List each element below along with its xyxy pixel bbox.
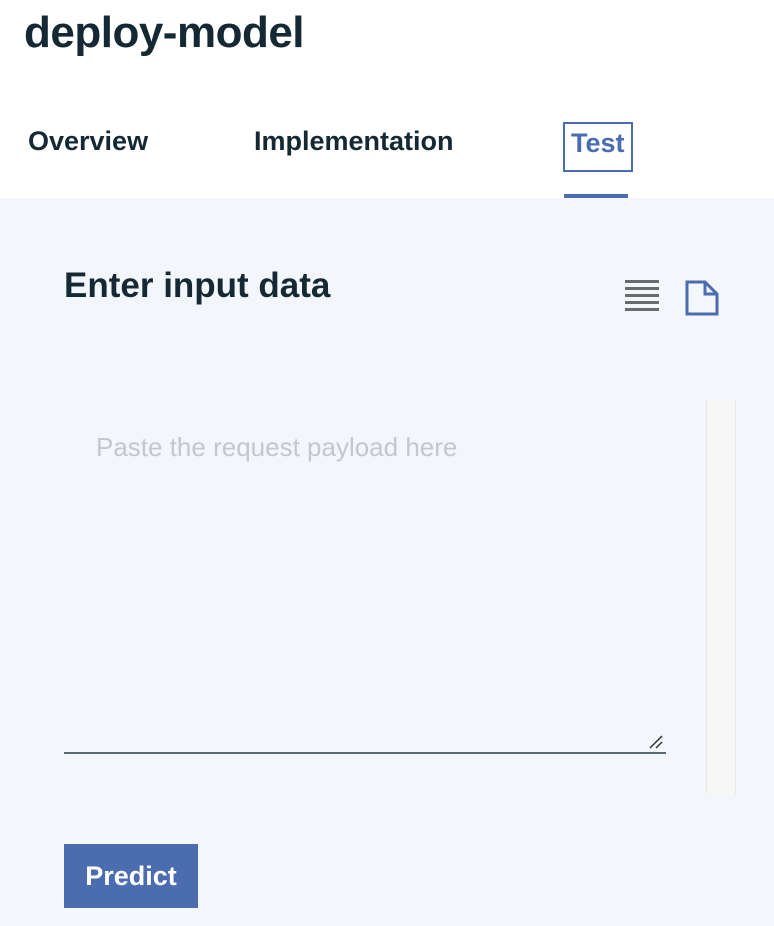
list-view-icon[interactable] (625, 280, 659, 314)
test-panel: Enter input data Predict (0, 198, 774, 926)
tab-overview[interactable]: Overview (28, 126, 148, 157)
tab-bar: Overview Implementation Test (0, 118, 774, 198)
section-title: Enter input data (64, 266, 331, 305)
tab-test[interactable]: Test (563, 122, 633, 172)
payload-input[interactable] (64, 400, 666, 754)
resize-handle-icon[interactable] (648, 734, 664, 750)
scrollbar[interactable] (706, 400, 736, 794)
tab-implementation[interactable]: Implementation (254, 126, 454, 157)
predict-button[interactable]: Predict (64, 844, 198, 908)
page-header: deploy-model Overview Implementation Tes… (0, 0, 774, 198)
file-icon[interactable] (685, 280, 719, 316)
page-title: deploy-model (24, 8, 305, 57)
